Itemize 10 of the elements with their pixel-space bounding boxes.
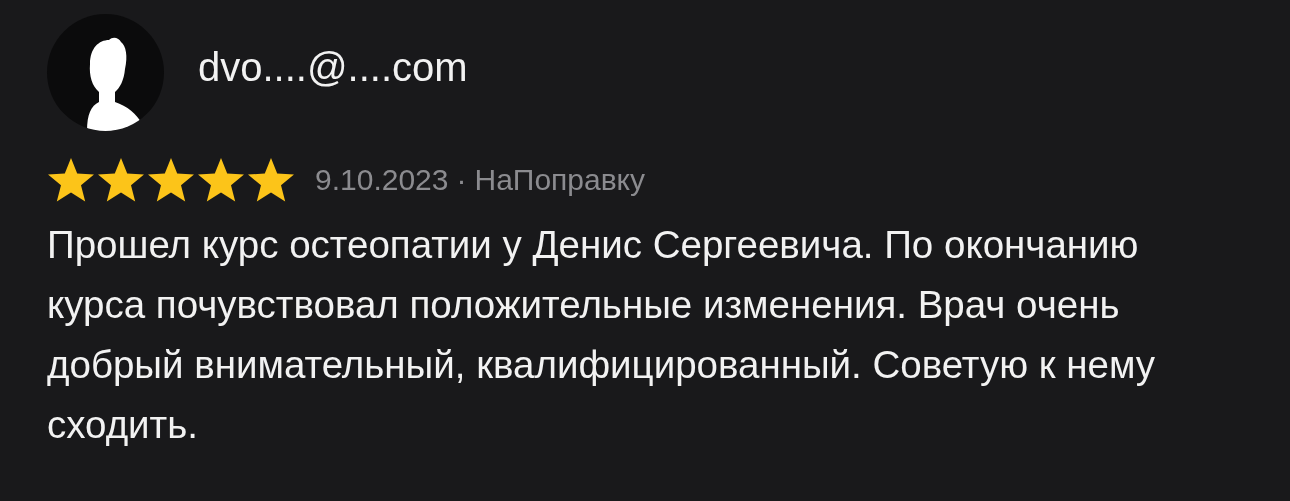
review-source: НаПоправку bbox=[474, 163, 646, 197]
separator-dot: · bbox=[456, 163, 467, 197]
star-icon bbox=[97, 157, 145, 203]
star-icon bbox=[47, 157, 95, 203]
star-icon bbox=[147, 157, 195, 203]
star-icon bbox=[197, 157, 245, 203]
star-icon bbox=[247, 157, 295, 203]
review-text: Прошел курс остеопатии у Денис Сергеевича. По окончанию курса почувствовал положительные изменения. Врач очень добрый внимательный, квалифицированный. Советую к нему сходить. bbox=[47, 222, 1157, 448]
review-date: 9.10.2023 bbox=[315, 163, 449, 197]
author-name: dvo....@....com bbox=[198, 45, 468, 90]
